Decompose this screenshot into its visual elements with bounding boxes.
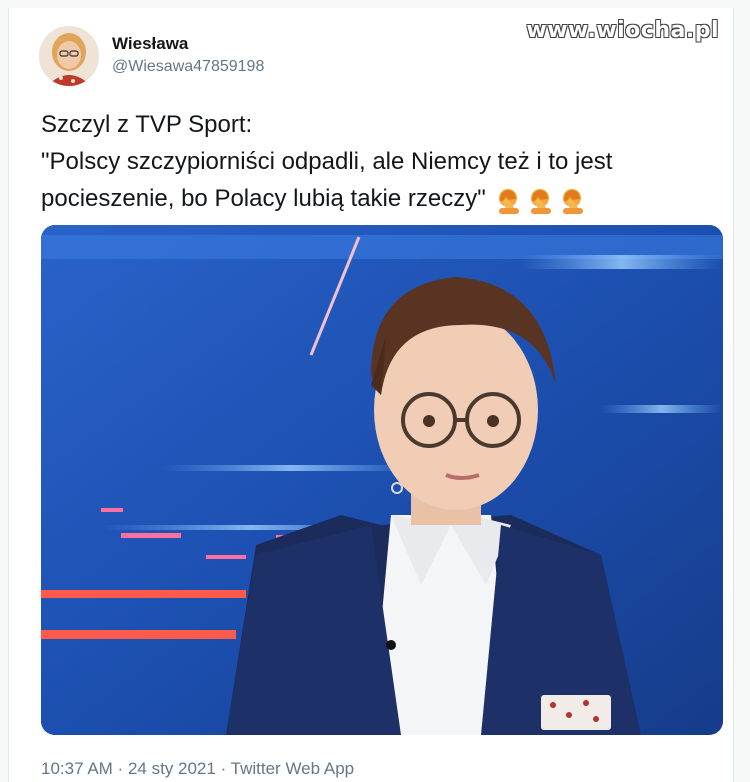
tweet-source[interactable]: Twitter Web App	[231, 759, 354, 778]
tweet-line: Szczyl z TVP Sport:	[41, 111, 253, 138]
separator: ·	[112, 759, 128, 778]
author-name[interactable]: Wiesława	[112, 34, 188, 54]
facepalm-icon	[562, 188, 583, 214]
tweet-photo[interactable]	[41, 225, 723, 735]
tweet-time[interactable]: 10:37 AM	[41, 759, 113, 778]
avatar-image	[39, 26, 99, 86]
author-handle[interactable]: @Wiesawa47859198	[112, 58, 264, 76]
tweet-meta: 10:37 AM · 24 sty 2021 · Twitter Web App	[41, 759, 354, 779]
avatar[interactable]	[39, 26, 99, 86]
site-watermark: www.wiocha.pl	[526, 18, 719, 43]
tweet-date[interactable]: 24 sty 2021	[128, 759, 216, 778]
facepalm-icon	[498, 188, 519, 214]
facepalm-icon	[530, 188, 551, 214]
tweet-line-with-emoji: pocieszenie, bo Polacy lubią takie rzecz…	[41, 180, 721, 218]
separator: ·	[215, 759, 231, 778]
emoji-group	[496, 181, 592, 218]
tweet-line: "Polscy szczypiorniści odpadli, ale Niem…	[41, 148, 613, 175]
tweet-text: Szczyl z TVP Sport: "Polscy szczypiorniś…	[41, 106, 721, 218]
tweet-card: www.wiocha.pl Wiesława @Wiesawa47859198 …	[8, 8, 734, 782]
tv-presenter-photo	[41, 225, 723, 735]
tweet-line: pocieszenie, bo Polacy lubią takie rzecz…	[41, 185, 486, 212]
